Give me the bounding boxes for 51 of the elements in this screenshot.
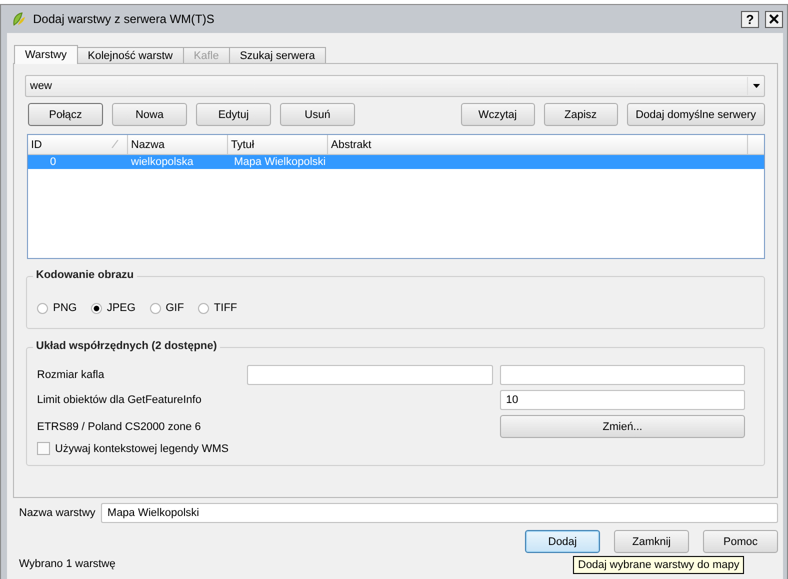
help-button[interactable]: ? xyxy=(741,10,759,28)
crs-label: ETRS89 / Poland CS2000 zone 6 xyxy=(37,420,202,432)
table-cell-text: 0 xyxy=(49,156,58,168)
leaf-icon xyxy=(11,11,27,27)
radio-label: PNG xyxy=(53,302,77,314)
radio-button[interactable] xyxy=(150,302,161,314)
tab[interactable]: Szukaj serwera xyxy=(228,47,326,63)
radio-button[interactable] xyxy=(90,302,102,314)
layer-name-field[interactable]: Mapa Wielkopolski xyxy=(101,503,778,523)
group-title: Kodowanie obrazu xyxy=(33,269,137,281)
toolbar-button[interactable]: Wczytaj xyxy=(460,103,535,126)
input-field[interactable]: 10 xyxy=(500,390,745,410)
radio-label: GIF xyxy=(166,302,184,314)
table-cell-text: wielkopolska xyxy=(130,156,194,168)
toolbar-button[interactable]: Edytuj xyxy=(196,103,271,126)
column-header[interactable]: ID xyxy=(28,135,128,154)
field-label: Rozmiar kafla xyxy=(37,369,106,381)
close-button[interactable] xyxy=(765,10,783,28)
tooltip: Dodaj wybrane warstwy do mapy xyxy=(573,556,744,574)
dropdown-arrow-icon xyxy=(752,84,760,88)
change-button[interactable]: Zmień... xyxy=(500,415,745,438)
input-field[interactable] xyxy=(500,365,745,385)
field-label: Limit obiektów dla GetFeatureInfo xyxy=(37,394,202,406)
toolbar-button[interactable]: Połącz xyxy=(28,103,103,126)
status-text: Wybrano 1 warstwę xyxy=(19,558,116,570)
tab[interactable]: Kolejność warstw xyxy=(76,47,184,63)
dialog-button[interactable]: Dodaj xyxy=(525,530,600,553)
radio-button[interactable] xyxy=(37,302,48,314)
radio-label: TIFF xyxy=(214,302,238,314)
toolbar-button[interactable]: Usuń xyxy=(280,103,355,126)
toolbar-button[interactable]: Zapisz xyxy=(544,103,618,126)
window-title: Dodaj warstwy z serwera WM(T)S xyxy=(33,12,216,26)
sort-icon xyxy=(111,140,119,148)
dialog-button[interactable]: Zamknij xyxy=(614,530,689,553)
column-header[interactable]: Abstrakt xyxy=(328,135,748,154)
toolbar-button[interactable]: Nowa xyxy=(112,103,187,126)
input-field[interactable] xyxy=(247,365,493,385)
checkbox[interactable] xyxy=(37,442,50,455)
field-label: Nazwa warstwy xyxy=(19,507,96,519)
close-icon xyxy=(769,14,779,24)
toolbar-button[interactable]: Dodaj domyślne serwery xyxy=(626,103,765,126)
table-cell-text: Mapa Wielkopolski xyxy=(233,156,327,168)
dialog-button[interactable]: Pomoc xyxy=(703,530,778,553)
radio-label: JPEG xyxy=(106,302,136,314)
server-dropdown[interactable]: wew xyxy=(25,75,765,97)
tab[interactable]: Warstwy xyxy=(14,45,78,64)
column-header[interactable]: Nazwa xyxy=(128,135,228,154)
group-title: Układ współrzędnych (2 dostępne) xyxy=(33,340,220,352)
checkbox-label: Używaj kontekstowej legendy WMS xyxy=(55,442,229,454)
column-header[interactable]: Tytuł xyxy=(228,135,328,154)
radio-button[interactable] xyxy=(198,302,209,314)
